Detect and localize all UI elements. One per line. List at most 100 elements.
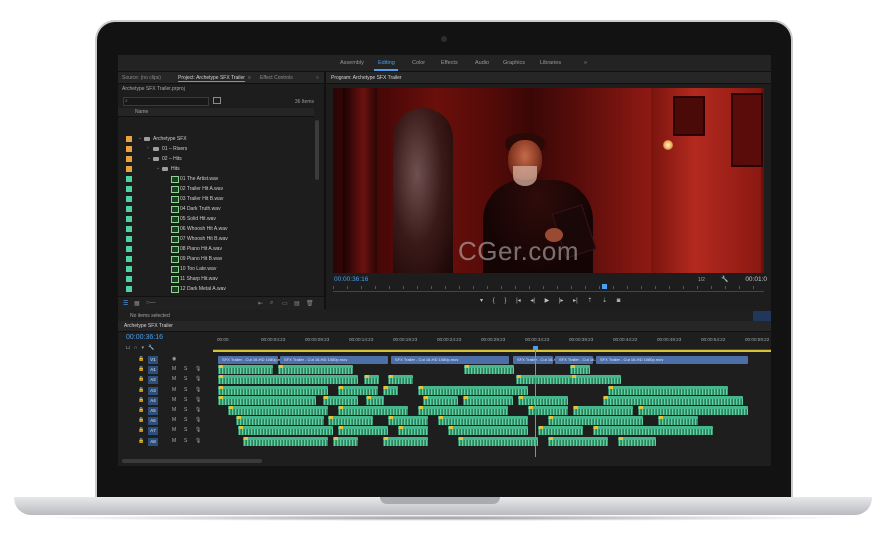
tab-source[interactable]: Source: (no clips): [122, 75, 161, 81]
track-target-toggle[interactable]: A4: [148, 396, 158, 405]
label-color-swatch[interactable]: [126, 286, 132, 292]
track-target-toggle[interactable]: A1: [148, 366, 158, 375]
audio-item-row[interactable]: 07 Whoosh Hit B.wav: [118, 234, 314, 244]
extract-icon[interactable]: ⇣: [602, 297, 607, 304]
label-color-swatch[interactable]: [126, 236, 132, 242]
snap-icon[interactable]: ⊔: [126, 345, 134, 351]
icon-view-icon[interactable]: ▦: [134, 300, 140, 307]
solo-button[interactable]: S: [184, 366, 187, 372]
microphone-icon[interactable]: 🎙: [195, 397, 201, 403]
program-ruler[interactable]: [333, 286, 764, 292]
label-color-swatch[interactable]: [126, 166, 132, 172]
label-color-swatch[interactable]: [126, 146, 132, 152]
label-color-swatch[interactable]: [126, 196, 132, 202]
eye-icon[interactable]: ◉: [172, 356, 176, 362]
audio-clip[interactable]: [383, 436, 428, 446]
track-target-toggle[interactable]: A5: [148, 407, 158, 415]
audio-item-row[interactable]: 04 Dark Truth.wav: [118, 204, 314, 214]
resolution-select[interactable]: 1/2: [698, 277, 705, 283]
solo-button[interactable]: S: [184, 397, 187, 403]
folder-row[interactable]: › 01 – Risers: [118, 144, 314, 154]
microphone-icon[interactable]: 🎙: [195, 366, 201, 372]
tab-effect-controls[interactable]: Effect Controls: [260, 75, 293, 81]
audio-clip[interactable]: [573, 406, 633, 415]
automate-icon[interactable]: ⇤: [258, 300, 263, 307]
tab-project[interactable]: Project: Archetype SFX Trailer: [178, 75, 245, 82]
audio-item-row[interactable]: 08 Piano Hit A.wav: [118, 244, 314, 254]
workspace-tab[interactable]: Graphics: [503, 60, 525, 66]
audio-clip[interactable]: [571, 375, 621, 385]
label-color-swatch[interactable]: [126, 256, 132, 262]
workspace-tab-active[interactable]: Editing: [378, 60, 395, 66]
microphone-icon[interactable]: 🎙: [195, 427, 201, 433]
mute-button[interactable]: M: [172, 366, 176, 372]
track-target-toggle[interactable]: V1: [148, 356, 158, 364]
lock-icon[interactable]: 🔒: [138, 427, 144, 433]
column-header-name[interactable]: Name: [118, 108, 314, 117]
audio-clip[interactable]: [438, 416, 528, 426]
lock-icon[interactable]: 🔒: [138, 376, 144, 382]
audio-clip[interactable]: [458, 436, 538, 446]
audio-clip[interactable]: [463, 395, 513, 405]
microphone-icon[interactable]: 🎙: [195, 438, 201, 444]
audio-item-row[interactable]: 02 Trailer Hit A.wav: [118, 184, 314, 194]
settings-icon[interactable]: 🔧: [148, 345, 158, 351]
microphone-icon[interactable]: 🎙: [195, 407, 201, 413]
project-search-input[interactable]: [123, 97, 209, 106]
new-item-icon[interactable]: ▤: [294, 300, 300, 307]
video-clip[interactable]: SFX Trailer - Cut 16-HD 1080p.mov: [218, 356, 285, 364]
solo-button[interactable]: S: [184, 376, 187, 382]
solo-button[interactable]: S: [184, 438, 187, 444]
lock-icon[interactable]: 🔒: [138, 356, 144, 362]
new-bin-icon[interactable]: [213, 97, 221, 104]
list-view-icon[interactable]: ☰: [123, 300, 128, 307]
audio-clip[interactable]: [366, 395, 384, 405]
project-scrollbar[interactable]: [315, 120, 319, 180]
go-to-out-icon[interactable]: ▸|: [573, 297, 578, 304]
folder-row[interactable]: ⌄ Archetype SFX: [118, 134, 314, 144]
audio-clip[interactable]: [398, 426, 428, 436]
audio-item-row[interactable]: 06 Whoosh Hit A.wav: [118, 224, 314, 234]
audio-clip[interactable]: [388, 416, 428, 426]
video-clip[interactable]: SFX Trailer - Cut 16-HD 1080p.mov: [555, 356, 622, 364]
audio-clip[interactable]: [228, 406, 328, 415]
audio-clip[interactable]: [418, 385, 528, 395]
audio-clip[interactable]: [638, 406, 748, 415]
audio-clip[interactable]: [333, 436, 358, 446]
audio-clip[interactable]: [518, 395, 568, 405]
video-clip[interactable]: SFX Trailer - Cut 16-HD 1080p.mov: [596, 356, 748, 364]
workspace-tab[interactable]: Libraries: [540, 60, 561, 66]
disclosure-triangle-icon[interactable]: ⌄: [156, 165, 160, 171]
label-color-swatch[interactable]: [126, 266, 132, 272]
label-color-swatch[interactable]: [126, 226, 132, 232]
timeline-scrollbar[interactable]: [122, 459, 262, 463]
timeline-timecode[interactable]: 00:00:36:16: [126, 334, 163, 341]
audio-clip[interactable]: [383, 385, 398, 395]
audio-clip[interactable]: [658, 416, 698, 426]
timeline-title[interactable]: Archetype SFX Trailer: [124, 323, 173, 329]
label-color-swatch[interactable]: [126, 276, 132, 282]
audio-clip[interactable]: [388, 375, 413, 385]
mute-button[interactable]: M: [172, 376, 176, 382]
audio-clip[interactable]: [364, 375, 379, 385]
mute-button[interactable]: M: [172, 417, 176, 423]
audio-clip[interactable]: [548, 436, 608, 446]
label-color-swatch[interactable]: [126, 206, 132, 212]
track-target-toggle[interactable]: A7: [148, 427, 158, 436]
label-color-swatch[interactable]: [126, 216, 132, 222]
label-color-swatch[interactable]: [126, 136, 132, 142]
workspaces-overflow-icon[interactable]: »: [584, 60, 587, 66]
track-target-toggle[interactable]: A8: [148, 437, 158, 446]
audio-item-row[interactable]: 01 The Artist.wav: [118, 174, 314, 184]
lock-icon[interactable]: 🔒: [138, 407, 144, 413]
mute-button[interactable]: M: [172, 397, 176, 403]
audio-clip[interactable]: [218, 385, 328, 395]
folder-row[interactable]: ⌄ 02 – Hits: [118, 154, 314, 164]
audio-clip[interactable]: [328, 416, 373, 426]
disclosure-triangle-icon[interactable]: ⌄: [147, 155, 151, 161]
audio-clip[interactable]: [418, 406, 508, 415]
audio-clip[interactable]: [238, 426, 333, 436]
video-clip[interactable]: SFX Trailer - Cut 16-HD 1080p.mov: [513, 356, 580, 364]
audio-clip[interactable]: [608, 385, 728, 395]
solo-button[interactable]: S: [184, 417, 187, 423]
